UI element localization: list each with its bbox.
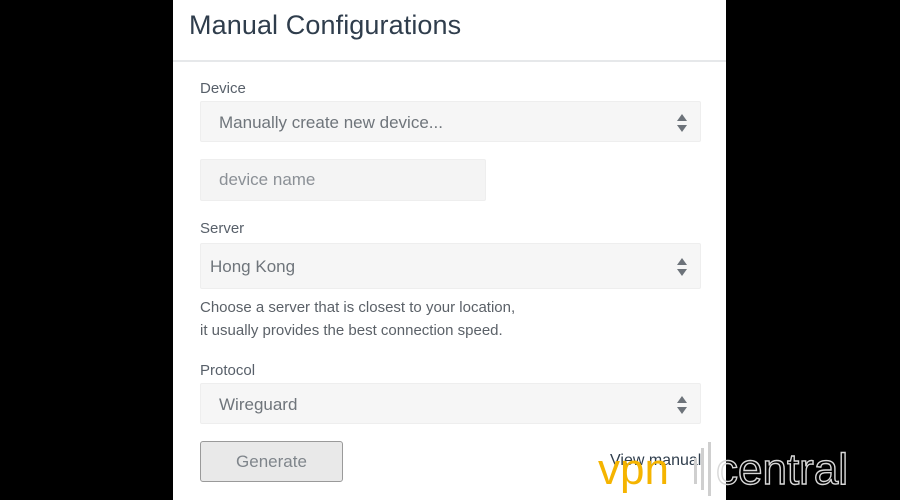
server-label: Server	[200, 220, 245, 237]
config-panel: Manual Configurations Device Manually cr…	[173, 0, 726, 500]
page-title: Manual Configurations	[189, 10, 462, 40]
device-select[interactable]: Manually create new device...	[200, 101, 701, 142]
protocol-select[interactable]: Wireguard	[200, 383, 701, 424]
protocol-select-value: Wireguard	[219, 395, 298, 414]
device-label: Device	[200, 80, 246, 97]
sort-updown-icon	[677, 258, 687, 276]
server-hint-line-2: it usually provides the best connection …	[200, 322, 503, 339]
server-hint-line-1: Choose a server that is closest to your …	[200, 299, 516, 316]
watermark-central-text: central	[716, 445, 848, 494]
device-name-input[interactable]	[200, 159, 486, 201]
sort-updown-icon	[677, 114, 687, 132]
page-header: Manual Configurations	[173, 0, 726, 62]
device-select-value: Manually create new device...	[219, 113, 443, 132]
server-select[interactable]: Hong Kong	[200, 243, 701, 289]
sort-updown-icon	[677, 396, 687, 414]
generate-button[interactable]: Generate	[200, 441, 343, 482]
protocol-label: Protocol	[200, 362, 256, 379]
server-select-value: Hong Kong	[210, 257, 296, 276]
view-manual-link[interactable]: View manual	[610, 452, 701, 470]
